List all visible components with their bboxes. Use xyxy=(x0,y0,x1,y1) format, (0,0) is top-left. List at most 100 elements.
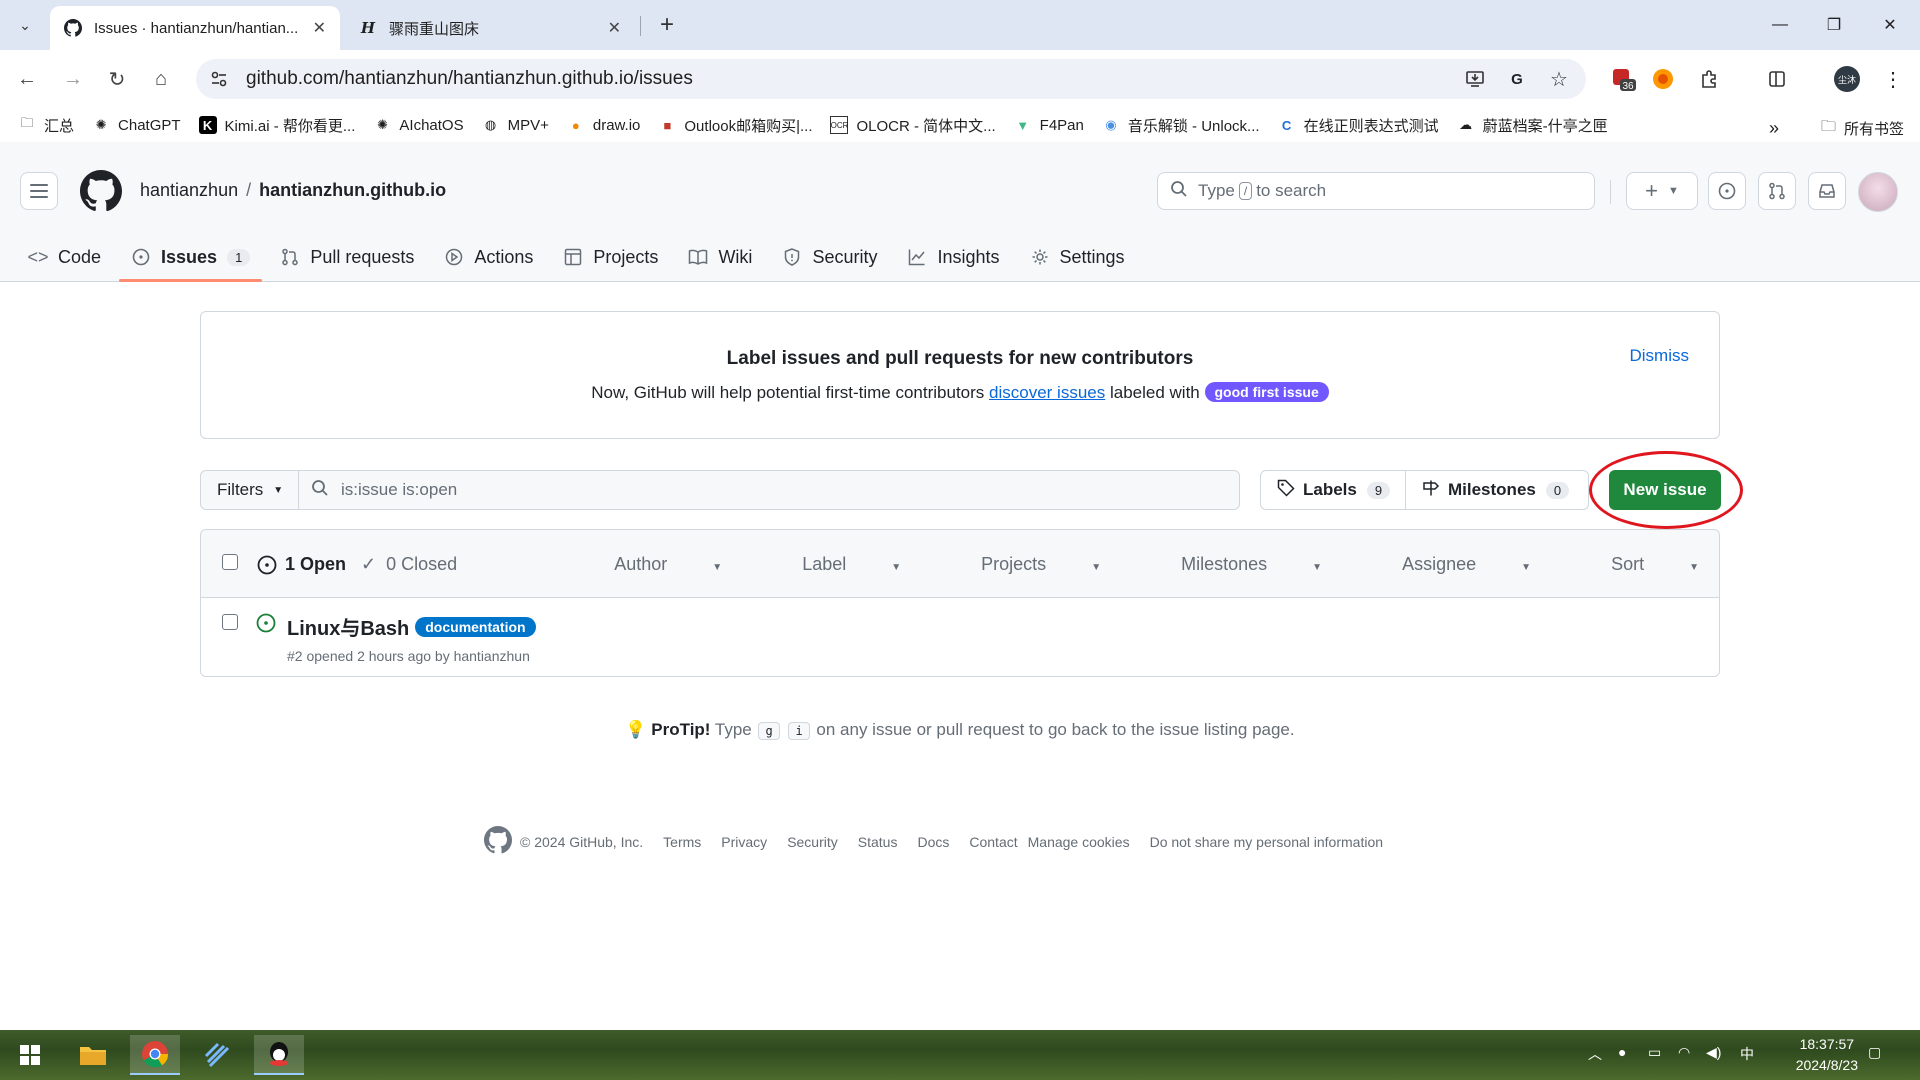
tab-image-host[interactable]: H 骤雨重山图床 ✕ xyxy=(345,6,635,50)
ime-indicator[interactable]: 中 xyxy=(1740,1044,1754,1064)
footer-link-status[interactable]: Status xyxy=(858,834,898,850)
hamburger-menu-icon[interactable] xyxy=(20,172,58,210)
footer-link-docs[interactable]: Docs xyxy=(917,834,949,850)
translate-icon[interactable]: G xyxy=(1502,64,1532,94)
firefox-relay-icon[interactable] xyxy=(1648,64,1678,94)
inbox-header-button[interactable] xyxy=(1808,172,1846,210)
bookmark-item[interactable]: C 在线正则表达式测试 xyxy=(1278,115,1439,136)
tab-search-chevron-icon[interactable]: ⌄ xyxy=(10,10,40,40)
repo-name-link[interactable]: hantianzhun.github.io xyxy=(259,180,446,201)
label-filter-dropdown[interactable]: Label ▼ xyxy=(762,554,901,575)
bookmark-item[interactable]: OCR OLOCR - 简体中文... xyxy=(830,115,996,136)
profile-avatar-icon[interactable]: 尘沐 xyxy=(1832,64,1862,94)
footer-link-manage-cookies[interactable]: Manage cookies xyxy=(1028,834,1130,850)
footer-link-terms[interactable]: Terms xyxy=(663,834,701,850)
browser-menu-icon[interactable]: ⋮ xyxy=(1878,64,1908,94)
address-bar[interactable]: github.com/hantianzhun/hantianzhun.githu… xyxy=(196,59,1586,99)
footer-github-logo-icon[interactable] xyxy=(484,826,513,857)
assignee-filter-dropdown[interactable]: Assignee ▼ xyxy=(1362,554,1531,575)
search-input[interactable]: Type / to search xyxy=(1157,172,1595,210)
good-first-issue-label[interactable]: good first issue xyxy=(1204,382,1329,402)
bookmark-item[interactable]: ● draw.io xyxy=(567,116,640,134)
restore-icon[interactable]: ❐ xyxy=(1814,10,1854,40)
tab-settings[interactable]: Settings xyxy=(1030,237,1125,277)
tab-insights[interactable]: Insights xyxy=(907,237,1000,277)
qq-taskbar-icon[interactable] xyxy=(254,1035,304,1075)
issues-header-button[interactable] xyxy=(1708,172,1746,210)
wifi-icon[interactable]: ◠ xyxy=(1678,1044,1690,1061)
repo-owner-link[interactable]: hantianzhun xyxy=(140,180,238,201)
extension-badge-icon[interactable]: 36 xyxy=(1608,64,1638,94)
tab-wiki[interactable]: Wiki xyxy=(688,237,752,277)
bookmark-item[interactable]: K Kimi.ai - 帮你看更... xyxy=(198,115,355,136)
chrome-taskbar-icon[interactable] xyxy=(130,1035,180,1075)
bookmark-item[interactable]: ▼ F4Pan xyxy=(1014,116,1084,134)
bookmark-item[interactable]: 🗀 汇总 xyxy=(18,115,74,136)
bookmark-item[interactable]: ☁ 蔚蓝档案-什亭之匣 xyxy=(1457,115,1608,136)
issue-title-link[interactable]: Linux与Bash xyxy=(287,612,409,641)
milestones-filter-dropdown[interactable]: Milestones ▼ xyxy=(1141,554,1322,575)
extensions-puzzle-icon[interactable] xyxy=(1694,64,1724,94)
home-icon[interactable]: ⌂ xyxy=(146,64,176,94)
system-clock[interactable]: 18:37:57 2024/8/23 xyxy=(1796,1034,1858,1076)
minimize-icon[interactable]: — xyxy=(1760,10,1800,40)
forward-icon[interactable]: → xyxy=(58,64,88,94)
battery-icon[interactable]: ▭ xyxy=(1648,1044,1661,1061)
tab-projects[interactable]: Projects xyxy=(563,237,658,277)
footer-link-security[interactable]: Security xyxy=(787,834,838,850)
milestones-button[interactable]: Milestones 0 xyxy=(1405,470,1589,510)
new-tab-button[interactable]: + xyxy=(652,10,682,40)
select-all-checkbox[interactable] xyxy=(222,554,238,570)
tab-code[interactable]: <> Code xyxy=(27,237,101,277)
user-avatar[interactable] xyxy=(1858,172,1898,212)
bookmark-item[interactable]: ◍ MPV+ xyxy=(482,116,549,134)
bookmark-item[interactable]: ✺ AIchatOS xyxy=(373,116,464,134)
editor-taskbar-icon[interactable] xyxy=(192,1035,242,1075)
tab-actions[interactable]: Actions xyxy=(444,237,533,277)
bookmarks-overflow-icon[interactable]: » xyxy=(1769,118,1779,139)
windows-start-icon[interactable] xyxy=(5,1035,55,1075)
issue-filter-input[interactable]: is:issue is:open xyxy=(298,470,1240,510)
pull-requests-header-button[interactable] xyxy=(1758,172,1796,210)
bookmark-item[interactable]: ◉ 音乐解锁 - Unlock... xyxy=(1102,115,1259,136)
documentation-label[interactable]: documentation xyxy=(415,616,536,637)
all-bookmarks-link[interactable]: 所有书签 xyxy=(1844,118,1904,139)
close-window-icon[interactable]: ✕ xyxy=(1870,10,1910,40)
open-issues-filter[interactable]: 1 Open xyxy=(257,554,346,575)
projects-filter-dropdown[interactable]: Projects ▼ xyxy=(941,554,1101,575)
bookmark-item[interactable]: ✺ ChatGPT xyxy=(92,116,181,134)
file-explorer-icon[interactable] xyxy=(68,1035,118,1075)
tab-github-issues[interactable]: Issues · hantianzhun/hantian... ✕ xyxy=(50,6,340,50)
bookmark-star-icon[interactable]: ☆ xyxy=(1544,64,1574,94)
tab-close-icon[interactable]: ✕ xyxy=(313,18,326,38)
search-suffix: to search xyxy=(1256,181,1327,200)
reload-icon[interactable]: ↻ xyxy=(102,64,132,94)
footer-link-do-not-share[interactable]: Do not share my personal information xyxy=(1150,834,1383,850)
footer-link-contact[interactable]: Contact xyxy=(969,834,1017,850)
closed-issues-filter[interactable]: ✓ 0 Closed xyxy=(361,554,457,575)
discover-issues-link[interactable]: discover issues xyxy=(989,383,1105,402)
tab-pull-requests[interactable]: Pull requests xyxy=(280,237,414,277)
filters-button[interactable]: Filters ▼ xyxy=(200,470,298,510)
labels-button[interactable]: Labels 9 xyxy=(1260,470,1406,510)
tab-close-icon[interactable]: ✕ xyxy=(608,18,621,38)
plus-icon: + xyxy=(1645,178,1658,203)
site-info-icon[interactable] xyxy=(204,64,234,94)
github-logo-icon[interactable] xyxy=(80,170,123,212)
issue-checkbox[interactable] xyxy=(222,614,238,630)
bookmark-item[interactable]: ■ Outlook邮箱购买|... xyxy=(658,115,812,136)
dismiss-button[interactable]: Dismiss xyxy=(1630,346,1690,366)
notifications-icon[interactable]: ▢ xyxy=(1868,1044,1881,1061)
sort-dropdown[interactable]: Sort ▼ xyxy=(1571,554,1699,575)
reading-list-icon[interactable] xyxy=(1762,64,1792,94)
author-filter-dropdown[interactable]: Author ▼ xyxy=(574,554,722,575)
footer-link-privacy[interactable]: Privacy xyxy=(721,834,767,850)
tab-issues[interactable]: Issues 1 xyxy=(119,237,263,282)
tray-expand-icon[interactable]: ︿ xyxy=(1588,1044,1602,1064)
tab-security[interactable]: Security xyxy=(782,237,877,277)
volume-icon[interactable]: ◀) xyxy=(1706,1044,1721,1061)
back-icon[interactable]: ← xyxy=(12,64,42,94)
install-app-icon[interactable] xyxy=(1460,64,1490,94)
tray-qq-icon[interactable]: ● xyxy=(1618,1044,1626,1060)
create-new-button[interactable]: + ▼ xyxy=(1626,172,1698,210)
